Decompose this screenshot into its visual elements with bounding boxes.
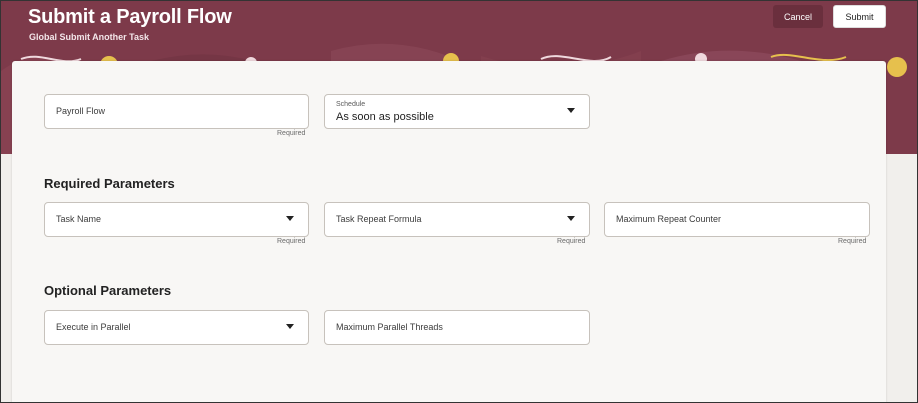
task-name-label: Task Name — [56, 214, 102, 224]
task-repeat-formula-select[interactable]: Task Repeat Formula — [324, 202, 590, 237]
maximum-parallel-threads-field[interactable]: Maximum Parallel Threads — [324, 310, 590, 345]
cancel-button[interactable]: Cancel — [773, 5, 823, 28]
chevron-down-icon[interactable] — [286, 324, 294, 329]
chevron-down-icon[interactable] — [567, 216, 575, 221]
execute-in-parallel-label: Execute in Parallel — [56, 322, 131, 332]
schedule-value: As soon as possible — [336, 111, 434, 123]
page-title: Submit a Payroll Flow — [28, 6, 232, 28]
task-repeat-formula-required-hint: Required — [557, 238, 586, 245]
maximum-repeat-counter-required-hint: Required — [838, 238, 867, 245]
schedule-label: Schedule — [336, 101, 366, 108]
task-name-select[interactable]: Task Name — [44, 202, 309, 237]
task-name-required-hint: Required — [277, 238, 306, 245]
maximum-parallel-threads-label: Maximum Parallel Threads — [336, 322, 443, 332]
maximum-repeat-counter-label: Maximum Repeat Counter — [616, 214, 722, 224]
required-parameters-heading: Required Parameters — [44, 176, 175, 191]
optional-parameters-heading: Optional Parameters — [44, 283, 172, 298]
maximum-repeat-counter-field[interactable]: Maximum Repeat Counter — [604, 202, 870, 237]
page-subtitle: Global Submit Another Task — [29, 32, 150, 42]
page-frame: Submit a Payroll Flow Global Submit Anot… — [0, 0, 918, 403]
chevron-down-icon[interactable] — [286, 216, 294, 221]
execute-in-parallel-select[interactable]: Execute in Parallel — [44, 310, 309, 345]
schedule-select[interactable]: Schedule As soon as possible — [324, 94, 590, 129]
chevron-down-icon[interactable] — [567, 108, 575, 113]
payroll-flow-label: Payroll Flow — [56, 106, 106, 116]
submit-button[interactable]: Submit — [833, 5, 886, 28]
payroll-flow-required-hint: Required — [277, 130, 306, 137]
payroll-flow-field[interactable]: Payroll Flow — [44, 94, 309, 129]
form-card: Payroll Flow Required Schedule As soon a… — [12, 61, 886, 402]
task-repeat-formula-label: Task Repeat Formula — [336, 214, 422, 224]
